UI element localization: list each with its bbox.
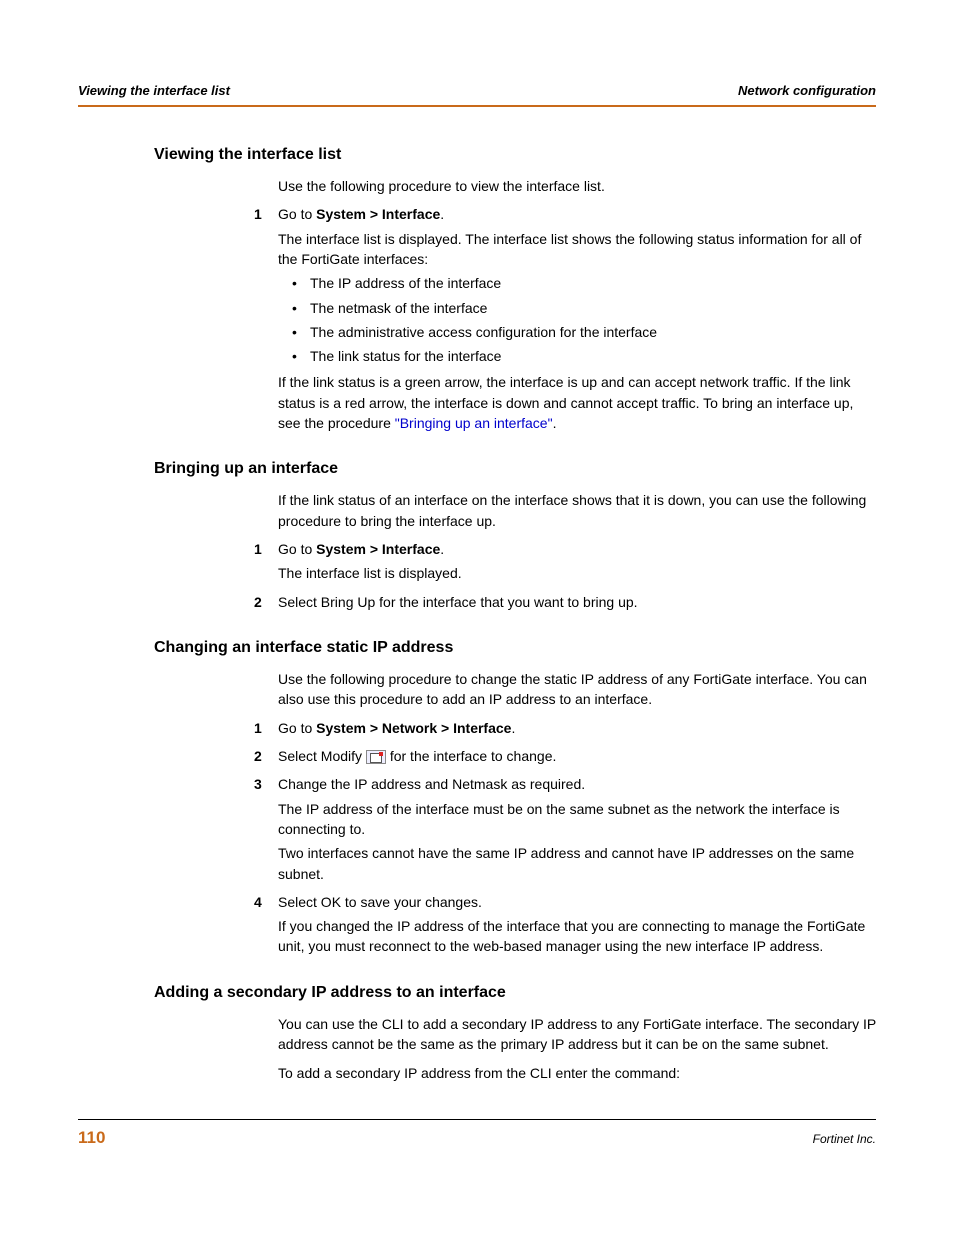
menu-path: System > Network > Interface (316, 720, 511, 736)
step-number: 4 (154, 892, 278, 961)
header-rule (78, 105, 876, 107)
step-3: 3 Change the IP address and Netmask as r… (154, 774, 876, 887)
step-2: 2 Select Modify for the interface to cha… (154, 746, 876, 770)
body-paragraph: To add a secondary IP address from the C… (278, 1063, 876, 1083)
step-body: Select Modify for the interface to chang… (278, 746, 876, 770)
footer-rule (78, 1119, 876, 1120)
step-description: The interface list is displayed. The int… (278, 229, 876, 270)
menu-path: System > Interface (316, 206, 440, 222)
body-paragraph: You can use the CLI to add a secondary I… (278, 1014, 876, 1055)
step-body: Select OK to save your changes. If you c… (278, 892, 876, 961)
company-name: Fortinet Inc. (813, 1131, 876, 1148)
step-1: 1 Go to System > Interface. The interfac… (154, 204, 876, 437)
page-footer: 110 Fortinet Inc. (78, 1119, 876, 1151)
cross-reference-link[interactable]: "Bringing up an interface" (395, 415, 553, 431)
step-body: Go to System > Network > Interface. (278, 718, 876, 742)
modify-icon (366, 750, 386, 764)
page-number: 110 (78, 1126, 105, 1151)
step-number: 2 (154, 592, 278, 616)
step-1: 1 Go to System > Network > Interface. (154, 718, 876, 742)
bullet-item: The IP address of the interface (292, 273, 876, 293)
step-number: 1 (154, 204, 278, 437)
step-number: 1 (154, 718, 278, 742)
step-body: Select Bring Up for the interface that y… (278, 592, 876, 616)
step-goto: Go to System > Interface. (278, 539, 876, 559)
heading-viewing-interface-list: Viewing the interface list (154, 143, 876, 166)
step-number: 1 (154, 539, 278, 588)
step-goto: Go to System > Interface. (278, 204, 876, 224)
step-number: 2 (154, 746, 278, 770)
heading-bringing-up-interface: Bringing up an interface (154, 457, 876, 480)
step-number: 3 (154, 774, 278, 887)
step-text: Select Modify for the interface to chang… (278, 746, 876, 766)
heading-changing-static-ip: Changing an interface static IP address (154, 636, 876, 659)
intro-text: Use the following procedure to view the … (278, 176, 876, 196)
step-2: 2 Select Bring Up for the interface that… (154, 592, 876, 616)
header-right: Network configuration (738, 82, 876, 101)
step-note: The IP address of the interface must be … (278, 799, 876, 840)
step-text: Select Bring Up for the interface that y… (278, 592, 876, 612)
step-1: 1 Go to System > Interface. The interfac… (154, 539, 876, 588)
header-left: Viewing the interface list (78, 82, 230, 101)
step-body: Change the IP address and Netmask as req… (278, 774, 876, 887)
heading-adding-secondary-ip: Adding a secondary IP address to an inte… (154, 981, 876, 1004)
bullet-item: The administrative access configuration … (292, 322, 876, 342)
bullet-item: The link status for the interface (292, 346, 876, 366)
running-header: Viewing the interface list Network confi… (78, 82, 876, 101)
intro-text: Use the following procedure to change th… (278, 669, 876, 710)
intro-text: If the link status of an interface on th… (278, 490, 876, 531)
step-text: Change the IP address and Netmask as req… (278, 774, 876, 794)
link-status-note: If the link status is a green arrow, the… (278, 372, 876, 433)
step-description: The interface list is displayed. (278, 563, 876, 583)
page-content: Viewing the interface list Use the follo… (78, 143, 876, 1083)
step-body: Go to System > Interface. The interface … (278, 539, 876, 588)
bullet-list: The IP address of the interface The netm… (292, 273, 876, 366)
step-note: Two interfaces cannot have the same IP a… (278, 843, 876, 884)
menu-path: System > Interface (316, 541, 440, 557)
step-text: Select OK to save your changes. (278, 892, 876, 912)
step-4: 4 Select OK to save your changes. If you… (154, 892, 876, 961)
step-goto: Go to System > Network > Interface. (278, 718, 876, 738)
step-note: If you changed the IP address of the int… (278, 916, 876, 957)
step-body: Go to System > Interface. The interface … (278, 204, 876, 437)
bullet-item: The netmask of the interface (292, 298, 876, 318)
